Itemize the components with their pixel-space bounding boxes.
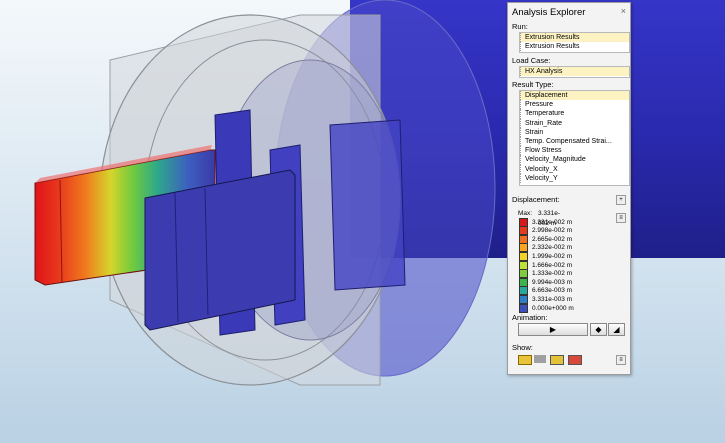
run-label: Run: xyxy=(512,22,528,31)
options-icon[interactable]: + xyxy=(616,195,626,205)
color-legend: Max: 3.331e-002 m 3.331e-002 m 2.998e-002… xyxy=(518,209,628,315)
run-item[interactable]: Extrusion Results xyxy=(520,42,629,52)
result-type-item[interactable]: Temp. Compensated Strai... xyxy=(520,136,629,147)
close-icon[interactable]: × xyxy=(621,6,626,16)
rewind-icon[interactable]: ◆ xyxy=(590,323,607,336)
result-type-item[interactable]: Pressure xyxy=(520,100,629,110)
result-type-item[interactable]: Velocity_X xyxy=(520,164,629,174)
result-type-item[interactable]: Flow Stress xyxy=(520,146,629,156)
result-type-label: Result Type: xyxy=(512,80,554,89)
result-type-item[interactable]: Strain xyxy=(520,127,629,137)
tool-icon[interactable] xyxy=(550,355,564,365)
result-type-item[interactable]: Velocity_Magnitude xyxy=(520,155,629,165)
load-case-list[interactable]: HX Analysis xyxy=(519,66,630,78)
play-button[interactable]: ▶ xyxy=(518,323,588,336)
probe-icon[interactable] xyxy=(534,355,546,363)
displacement-label: Displacement: xyxy=(512,195,560,204)
result-type-item[interactable]: Strain_Rate xyxy=(520,118,629,128)
run-item[interactable]: Extrusion Results xyxy=(520,33,629,43)
run-list[interactable]: Extrusion Results Extrusion Results xyxy=(519,32,630,53)
load-case-item[interactable]: HX Analysis xyxy=(520,67,629,77)
result-type-item[interactable]: Displacement xyxy=(520,91,629,101)
show-menu-icon[interactable]: ≡ xyxy=(616,355,626,365)
eraser-icon[interactable] xyxy=(568,355,582,365)
animation-label: Animation: xyxy=(512,313,548,322)
legend-swatch xyxy=(519,303,528,313)
analysis-explorer-panel: Analysis Explorer × Run: Extrusion Resul… xyxy=(507,2,631,375)
die-insert-3 xyxy=(329,119,406,291)
result-type-list[interactable]: Displacement Pressure Temperature Strain… xyxy=(519,90,630,186)
result-type-item[interactable]: Velocity_Y xyxy=(520,173,629,183)
panel-title: Analysis Explorer xyxy=(512,7,586,18)
load-case-label: Load Case: xyxy=(512,56,551,65)
pencil-icon[interactable] xyxy=(518,355,532,365)
show-label: Show: xyxy=(512,343,533,352)
settings-icon[interactable]: ◢ xyxy=(608,323,625,336)
result-type-item[interactable]: Temperature xyxy=(520,109,629,119)
